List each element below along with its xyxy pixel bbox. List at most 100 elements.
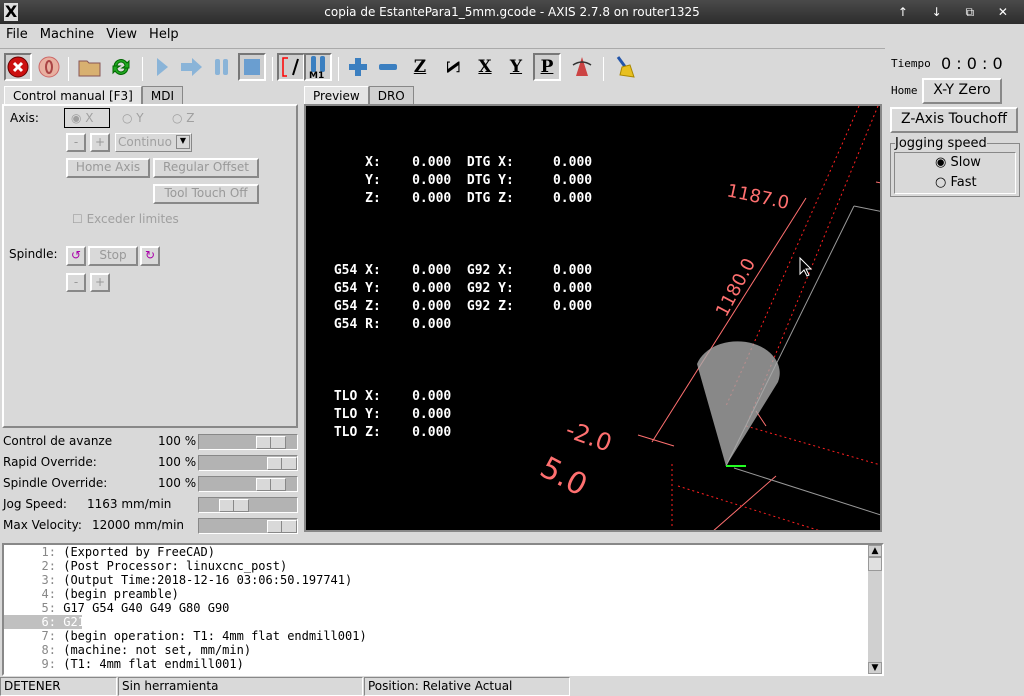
slow-radio[interactable]: ◉ Slow [935, 155, 981, 170]
gcode-listing[interactable]: 1: (Exported by FreeCAD) 2: (Post Proces… [2, 543, 884, 676]
gcode-line: 2: (Post Processor: linuxcnc_post) [41, 559, 288, 573]
run-icon[interactable] [148, 53, 176, 81]
gcode-line-selected: 6: G21 [4, 615, 85, 629]
feed-override-label: Control de avanze [3, 434, 113, 448]
tiempo-value: 0 : 0 : 0 [941, 54, 1003, 73]
tiempo-label: Tiempo [891, 57, 931, 70]
spindle-ccw-icon[interactable]: ↺ [66, 246, 86, 266]
feed-override-slider[interactable] [198, 434, 298, 450]
scroll-down-icon: ▼ [868, 662, 882, 674]
clear-plot-icon[interactable] [610, 53, 638, 81]
zoom-in-icon[interactable] [344, 53, 372, 81]
tool-cone [697, 341, 780, 466]
zoom-out-icon[interactable] [374, 53, 402, 81]
toolbar: M1 Z Z X Y P [0, 48, 885, 86]
status-position: Position: Relative Actual [364, 677, 570, 696]
spindle-override-value: 100 % [158, 476, 197, 490]
optional-stop-icon[interactable]: M1 [304, 53, 332, 81]
dimension-label: 1180.0 [712, 255, 760, 320]
rapid-override-label: Rapid Override: [3, 455, 97, 469]
left-tabs: Control manual [F3] MDI [4, 86, 183, 104]
title-bar: X copia de EstantePara1_5mm.gcode - AXIS… [0, 0, 1024, 24]
menu-file[interactable]: File [0, 24, 34, 46]
block-delete-icon[interactable] [277, 53, 305, 81]
toolbar-separator [142, 57, 143, 81]
preview-canvas[interactable]: X: 0.000 DTG X: 0.000 Y: 0.000 DTG Y: 0.… [304, 104, 882, 532]
spindle-stop-button[interactable]: Stop [88, 246, 138, 266]
chevron-down-icon: ▼ [176, 135, 190, 149]
dimension-label: 1187.0 [725, 180, 791, 214]
rapid-override-slider[interactable] [198, 455, 298, 471]
x-logo-icon: X [4, 2, 18, 21]
spindle-minus-button[interactable]: - [66, 273, 86, 292]
max-velocity-label: Max Velocity: [3, 518, 82, 532]
home-axis-button[interactable]: Home Axis [66, 158, 150, 178]
window-title: copia de EstantePara1_5mm.gcode - AXIS 2… [324, 5, 700, 19]
view-z-icon[interactable]: Z [406, 53, 434, 81]
jog-minus-button[interactable]: - [66, 133, 86, 152]
override-limits-checkbox[interactable]: ☐ Exceder limites [72, 212, 179, 226]
status-state: DETENER [0, 677, 117, 696]
jog-speed-value: 1163 mm/min [87, 497, 172, 511]
xy-zero-button[interactable]: X-Y Zero [922, 78, 1002, 104]
power-icon[interactable] [35, 53, 63, 81]
spindle-label: Spindle: [9, 247, 58, 261]
tab-manual-control[interactable]: Control manual [F3] [4, 86, 142, 104]
view-z-rotated-icon[interactable]: Z [438, 53, 466, 81]
max-velocity-value: 12000 mm/min [92, 518, 185, 532]
axis-z-radio[interactable]: ○ Z [172, 111, 195, 125]
gcode-line: 9: (T1: 4mm flat endmill001) [41, 657, 244, 671]
tab-preview[interactable]: Preview [304, 86, 369, 104]
view-p-icon[interactable]: P [533, 53, 561, 81]
max-velocity-slider[interactable] [198, 518, 298, 534]
jogging-speed-title: Jogging speed [895, 136, 987, 151]
z-axis-touchoff-button[interactable]: Z-Axis Touchoff [890, 107, 1018, 133]
estop-icon[interactable] [4, 53, 32, 81]
spindle-plus-button[interactable]: + [90, 273, 110, 292]
tab-dro[interactable]: DRO [368, 86, 414, 104]
rapid-override-value: 100 % [158, 455, 197, 469]
spindle-override-slider[interactable] [198, 476, 298, 492]
gcode-line: 5: G17 G54 G40 G49 G80 G90 [41, 601, 230, 615]
window-controls[interactable]: ↑ ↓ ⧉ ✕ [898, 0, 1018, 24]
open-file-icon[interactable] [76, 53, 104, 81]
gcode-scrollbar[interactable]: ▲ ▼ [868, 545, 882, 674]
menu-help[interactable]: Help [143, 24, 185, 46]
tool-touch-off-button[interactable]: Tool Touch Off [153, 184, 259, 204]
step-icon[interactable] [178, 53, 206, 81]
jog-plus-button[interactable]: + [90, 133, 110, 152]
axis-label: Axis: [10, 111, 39, 125]
gcode-line: 3: (Output Time:2018-12-16 03:06:50.1977… [41, 573, 353, 587]
stop-icon[interactable] [238, 53, 266, 81]
reload-icon[interactable] [107, 53, 135, 81]
jog-speed-label: Jog Speed: [3, 497, 67, 511]
menu-view[interactable]: View [100, 24, 143, 46]
toolbar-separator [603, 57, 604, 81]
view-x-icon[interactable]: X [471, 53, 499, 81]
dimension-label: 5.0 [534, 450, 593, 503]
regular-offset-button[interactable]: Regular Offset [153, 158, 259, 178]
tab-mdi[interactable]: MDI [141, 86, 183, 104]
jog-speed-slider[interactable] [198, 497, 298, 513]
view-y-icon[interactable]: Y [502, 53, 530, 81]
toolbar-separator [338, 57, 339, 81]
rotate-view-icon[interactable] [568, 53, 596, 81]
jogging-speed-group: Jogging speed ◉ Slow ○ Fast [890, 136, 1020, 197]
increment-select[interactable]: Continuo ▼ [115, 133, 192, 152]
preview-tabs: Preview DRO [304, 86, 414, 104]
svg-text:M1: M1 [309, 71, 324, 79]
fast-radio[interactable]: ○ Fast [935, 175, 977, 190]
toolpath-plot: 1187.0 1180.0 -2.0 5.0 [534, 106, 880, 530]
toolbar-separator [272, 57, 273, 81]
axis-y-radio[interactable]: ○ Y [122, 111, 144, 125]
menu-bar: File Machine View Help [0, 24, 1024, 46]
gcode-line: 8: (machine: not set, mm/min) [41, 643, 252, 657]
pause-icon[interactable] [208, 53, 236, 81]
axis-x-radio[interactable]: ◉ X [64, 108, 110, 128]
gcode-line: 1: (Exported by FreeCAD) [41, 545, 215, 559]
status-tool: Sin herramienta [118, 677, 363, 696]
menu-machine[interactable]: Machine [34, 24, 100, 46]
scroll-thumb [868, 557, 882, 571]
spindle-cw-icon[interactable]: ↻ [140, 246, 160, 266]
feed-override-value: 100 % [158, 434, 197, 448]
